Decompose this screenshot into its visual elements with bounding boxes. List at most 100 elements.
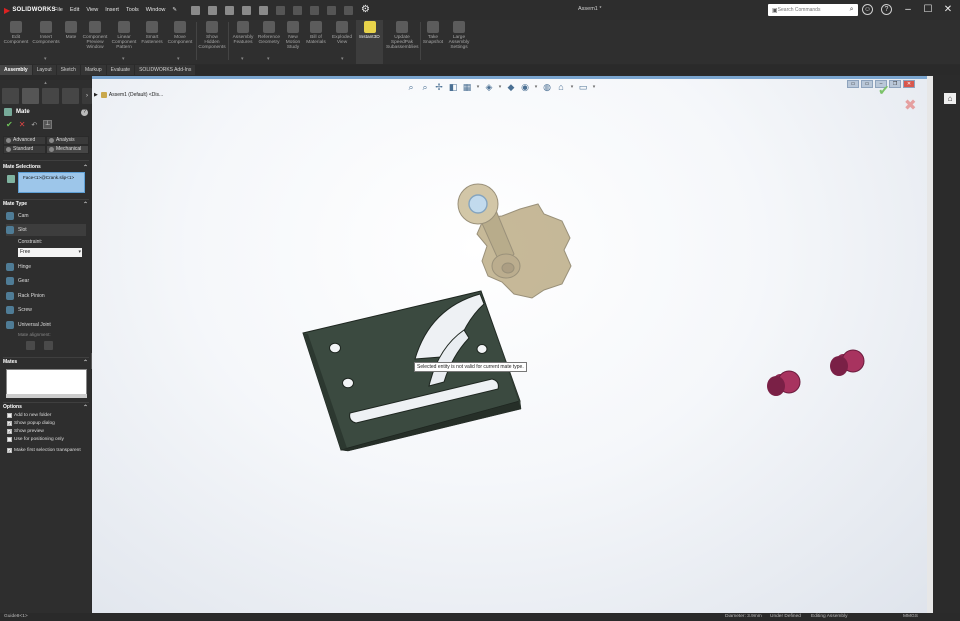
print-icon[interactable] <box>258 5 268 15</box>
chevron-down-icon[interactable]: ▾ <box>44 56 47 62</box>
show-hidden-button[interactable]: Show Hidden Components <box>198 21 226 61</box>
crank-knob-part[interactable] <box>457 183 572 299</box>
graphics-area[interactable]: ▭ ▭ – ❐ ✕ ▶ Assem1 (Default) <Dis... ⌕ ⌕… <box>92 76 927 613</box>
mate-type-hinge[interactable]: Hinge <box>6 261 86 273</box>
chevron-down-icon[interactable]: ▾ <box>177 56 180 62</box>
chevron-down-icon[interactable]: ▾ <box>241 56 244 62</box>
undo-icon[interactable] <box>275 5 285 15</box>
tab-sketch[interactable]: Sketch <box>56 65 80 75</box>
dimxpert-icon[interactable] <box>62 88 79 104</box>
mates-scrollbar[interactable] <box>6 394 87 398</box>
menu-tools[interactable]: Tools <box>126 7 139 13</box>
menu-view[interactable]: View <box>86 7 98 13</box>
panel-collapse-handle[interactable]: ▴ <box>0 80 91 86</box>
insert-components-button[interactable]: Insert Components <box>32 21 60 61</box>
search-commands[interactable]: ▣ ⌕ <box>768 4 858 16</box>
app-logo[interactable]: ▶ SOLIDWORKS <box>0 6 56 15</box>
guide-pin-part[interactable] <box>830 349 865 376</box>
large-assembly-button[interactable]: Large Assembly Settings <box>446 21 472 61</box>
option-make-first-selection-transparent[interactable]: ✓ Make first selection transparent <box>7 447 81 454</box>
checkbox-checked[interactable]: ✓ <box>7 429 12 434</box>
aligned-icon[interactable] <box>26 341 35 350</box>
mate-type-gear[interactable]: Gear <box>6 275 86 287</box>
option-show-preview[interactable]: ✓ Show preview <box>7 428 44 435</box>
new-document-icon[interactable] <box>207 5 217 15</box>
help-button[interactable]: ? <box>81 108 88 116</box>
minimize-button[interactable]: – <box>898 2 918 18</box>
take-snapshot-button[interactable]: Take Snapshot <box>422 21 444 61</box>
search-input[interactable] <box>777 7 848 13</box>
tab-mechanical[interactable]: Mechanical <box>46 145 89 154</box>
open-document-icon[interactable] <box>224 5 234 15</box>
new-motion-study-button[interactable]: New Motion Study <box>283 21 303 61</box>
checkbox[interactable] <box>7 413 12 418</box>
file-properties-icon[interactable] <box>343 5 353 15</box>
option-show-popup-dialog[interactable]: ✓ Show popup dialog <box>7 420 55 427</box>
redo-icon[interactable] <box>292 5 302 15</box>
configuration-manager-icon[interactable] <box>42 88 59 104</box>
reference-geometry-button[interactable]: Reference Geometry <box>257 21 281 61</box>
help-icon[interactable]: ? <box>881 4 892 15</box>
ok-button[interactable]: ✔ <box>6 120 13 129</box>
smart-fasteners-button[interactable]: Smart Fasteners <box>139 21 165 61</box>
chevron-up-icon[interactable]: ⌃ <box>83 404 88 411</box>
option-add-to-new-folder[interactable]: Add to new folder <box>7 412 51 419</box>
maximize-button[interactable]: ☐ <box>918 2 938 18</box>
mate-selection-list[interactable]: Face<1>@Crank.slip<1> <box>18 172 85 193</box>
tab-evaluate[interactable]: Evaluate <box>106 65 135 75</box>
tab-analysis[interactable]: Analysis <box>46 136 89 145</box>
cancel-button[interactable]: ✕ <box>19 120 26 129</box>
menu-edit[interactable]: Edit <box>70 7 79 13</box>
selected-entity[interactable]: Face<1>@Crank.slip<1> <box>23 175 74 180</box>
mate-selections-header[interactable]: Mate Selections ⌃ <box>3 163 88 171</box>
chevron-right-icon[interactable]: › <box>82 88 92 104</box>
bill-of-materials-button[interactable]: Bill of Materials <box>305 21 327 61</box>
property-manager-icon[interactable] <box>22 88 39 104</box>
instant3d-button[interactable]: Instant3D <box>356 20 383 64</box>
option-use-for-positioning[interactable]: Use for positioning only <box>7 436 64 443</box>
rebuild-icon[interactable] <box>326 5 336 15</box>
tab-advanced[interactable]: Advanced <box>3 136 46 145</box>
mate-type-screw[interactable]: Screw <box>6 304 86 316</box>
mate-type-rack-pinion[interactable]: Rack Pinion <box>6 290 86 302</box>
menu-window[interactable]: Window <box>146 7 166 13</box>
tab-markup[interactable]: Markup <box>80 65 106 75</box>
options-header[interactable]: Options ⌃ <box>3 403 88 411</box>
undo-icon[interactable]: ↶ <box>31 121 37 129</box>
mates-list[interactable] <box>6 369 87 396</box>
chevron-down-icon[interactable]: ▾ <box>267 56 270 62</box>
mates-header[interactable]: Mates ⌃ <box>3 358 88 366</box>
chevron-up-icon[interactable]: ⌃ <box>83 359 88 366</box>
mate-type-header[interactable]: Mate Type ⌃ <box>3 200 88 208</box>
chevron-up-icon[interactable]: ⌃ <box>83 201 88 208</box>
options-gear-icon[interactable]: ⚙ <box>361 5 371 15</box>
move-component-button[interactable]: Move Component <box>166 21 194 61</box>
checkbox-checked[interactable]: ✓ <box>7 448 12 453</box>
checkbox[interactable] <box>7 437 12 442</box>
close-button[interactable]: ✕ <box>938 2 958 18</box>
component-preview-button[interactable]: Component Preview Window <box>81 21 109 61</box>
tab-layout[interactable]: Layout <box>32 65 56 75</box>
save-icon[interactable] <box>241 5 251 15</box>
mate-type-slot[interactable]: Slot <box>6 224 86 236</box>
anti-aligned-icon[interactable] <box>44 341 53 350</box>
tab-assembly[interactable]: Assembly <box>0 65 32 75</box>
edit-component-button[interactable]: Edit Component <box>2 21 30 61</box>
mate-type-universal-joint[interactable]: Universal Joint <box>6 319 86 331</box>
select-icon[interactable] <box>309 5 319 15</box>
guide-pin-part[interactable] <box>767 370 801 396</box>
mate-button[interactable]: Mate <box>62 21 80 61</box>
menu-file[interactable]: File <box>54 7 63 13</box>
checkbox-checked[interactable]: ✓ <box>7 421 12 426</box>
assembly-features-button[interactable]: Assembly Features <box>230 21 256 61</box>
exploded-view-button[interactable]: Exploded View <box>330 21 354 61</box>
chevron-up-icon[interactable]: ⌃ <box>83 164 88 171</box>
viewport-scrollbar[interactable] <box>927 76 933 613</box>
linear-pattern-button[interactable]: Linear Component Pattern <box>110 21 138 61</box>
pin-menu-icon[interactable]: ✎ <box>172 7 177 13</box>
chevron-down-icon[interactable]: ▾ <box>122 56 125 62</box>
pushpin-button[interactable]: ⊥ <box>43 120 53 129</box>
update-speedpak-button[interactable]: Update SpeedPak Subassemblies <box>386 21 419 61</box>
solidworks-resources-home-icon[interactable]: ⌂ <box>944 93 956 104</box>
menu-insert[interactable]: Insert <box>105 7 119 13</box>
